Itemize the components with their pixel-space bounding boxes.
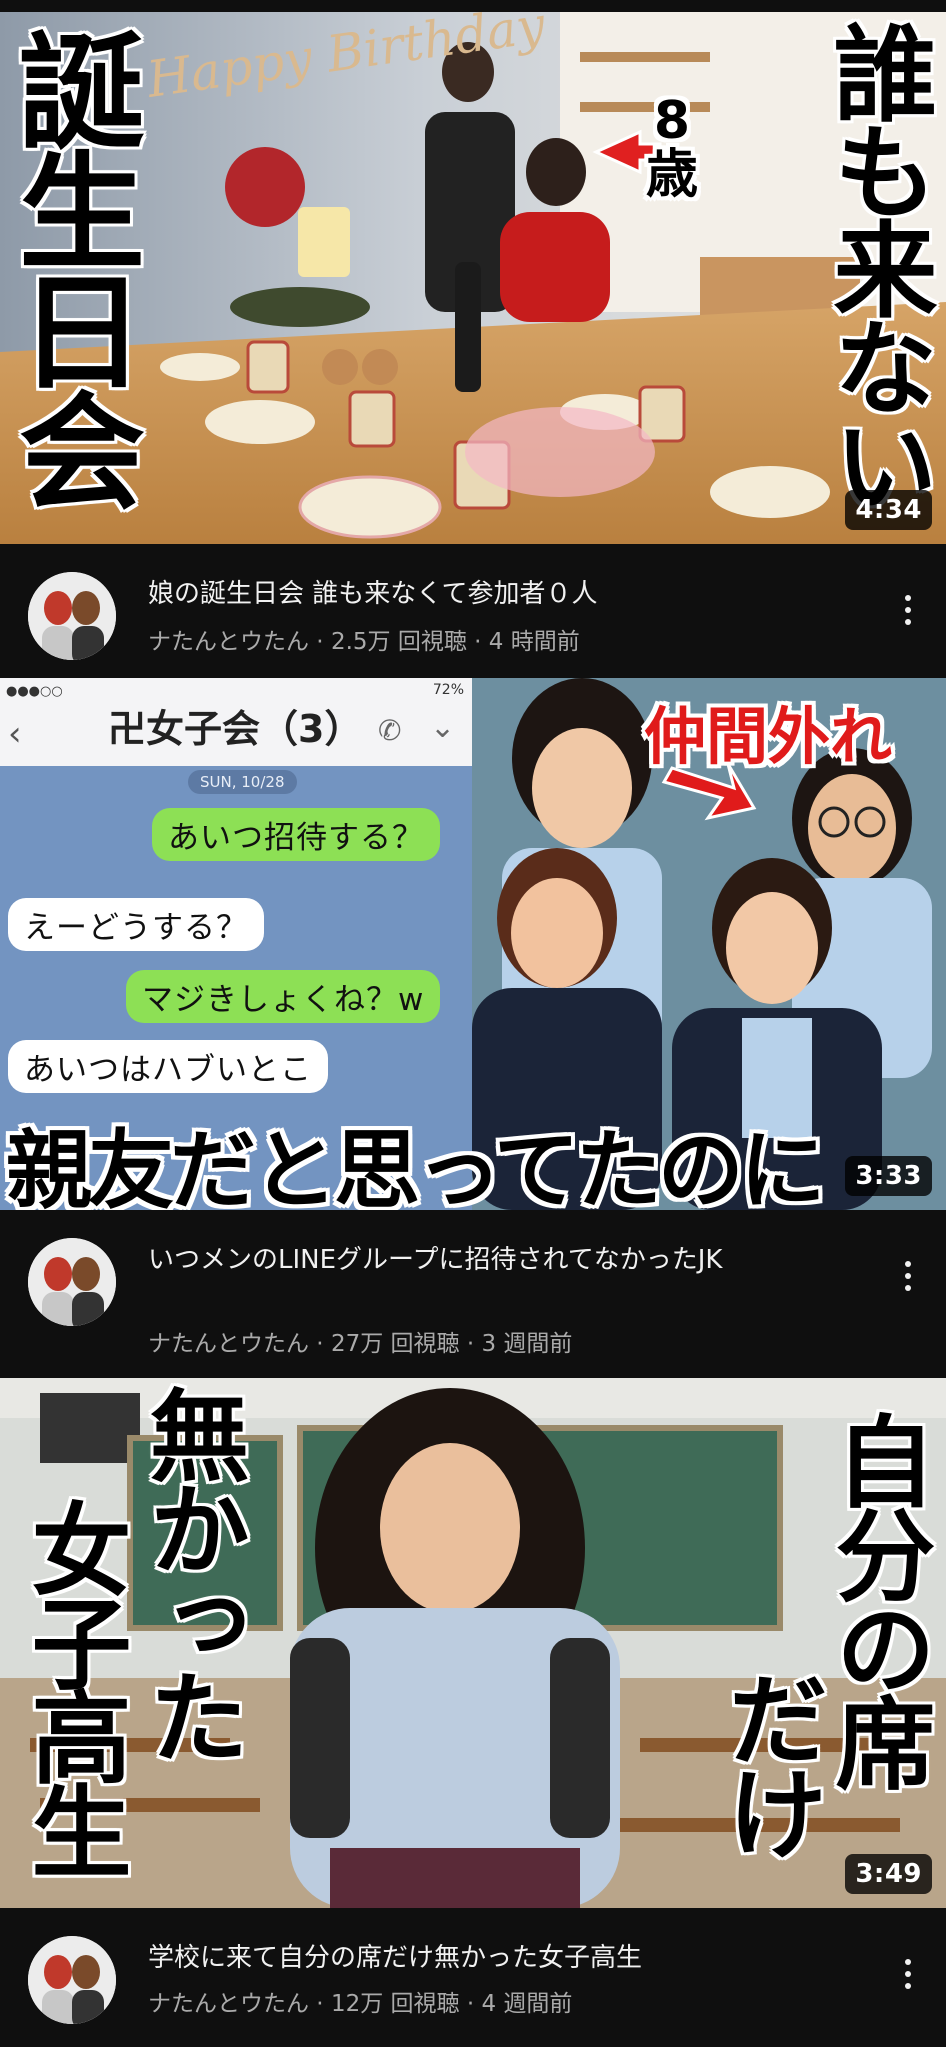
chat-message: あいつ招待する？ <box>152 808 440 861</box>
chat-message: あいつはハブいとこ <box>8 1040 328 1093</box>
video-thumbnail[interactable]: 無かった 女子高生 自分の席 だけ 3:49 <box>0 1378 946 1908</box>
thumbnail-text-right-a: 自分の席 <box>818 1410 935 1786</box>
battery-text: 72% <box>432 682 464 698</box>
chat-message: えーどうする？ <box>8 898 264 951</box>
view-count: 27万 回視聴 <box>330 1331 460 1357</box>
video-meta: 学校に来て自分の席だけ無かった女子高生 ナたんとウたん · 12万 回視聴 · … <box>0 1908 946 2047</box>
channel-avatar[interactable] <box>28 1936 116 2024</box>
video-subtitle: ナたんとウたん · 2.5万 回視聴 · 4 時間前 <box>148 629 580 655</box>
thumbnail-text-right: 誰も来ない <box>815 20 937 510</box>
video-title[interactable]: 娘の誕生日会 誰も来なくて参加者０人 <box>148 574 846 614</box>
duration-badge: 4:34 <box>845 490 932 530</box>
chat-message: マジきしょくね？w <box>126 970 441 1023</box>
view-count: 2.5万 回視聴 <box>330 629 467 655</box>
chat-header: ●●●○○ 72% ‹ 卍女子会（3） ✆ ⌄ <box>0 678 472 766</box>
channel-name[interactable]: ナたんとウたん <box>148 629 309 655</box>
duration-badge: 3:33 <box>845 1156 932 1196</box>
thumbnail-age-label: 8 歳 <box>646 91 699 205</box>
upload-age: 4 時間前 <box>488 629 580 655</box>
chat-group-title: 卍女子会（3） <box>108 707 363 751</box>
video-item-1[interactable]: Happy Birthday 8 歳 誕生日会 誰も来ない 4:34 娘の誕生日… <box>0 0 946 678</box>
thumbnail-text-left-b: 女子高生 <box>14 1498 131 1874</box>
video-title[interactable]: いつメンのLINEグループに招待されてなかったJK <box>148 1240 846 1280</box>
chat-date-chip: SUN, 10/28 <box>188 770 297 794</box>
thumbnail-text-left-a: 無かった <box>132 1384 249 1760</box>
thumbnail-tag: 仲間外れ <box>644 700 893 773</box>
back-chevron-icon: ‹ <box>8 714 22 754</box>
phone-icon: ✆ <box>378 714 402 747</box>
view-count: 12万 回視聴 <box>330 1991 460 2017</box>
channel-avatar[interactable] <box>28 1238 116 1326</box>
video-meta: 娘の誕生日会 誰も来なくて参加者０人 ナたんとウたん · 2.5万 回視聴 · … <box>0 544 946 678</box>
thumbnail-text-left: 誕生日会 <box>0 26 145 506</box>
more-vert-icon[interactable] <box>888 1952 928 1996</box>
channel-name[interactable]: ナたんとウたん <box>148 1991 309 2017</box>
video-item-2[interactable]: ●●●○○ 72% ‹ 卍女子会（3） ✆ ⌄ SUN, 10/28 あいつ招待… <box>0 678 946 1378</box>
thumbnail-caption: 親友だと思ってたのに <box>6 1121 826 1210</box>
more-vert-icon[interactable] <box>888 588 928 632</box>
thumbnail-text-right-b: だけ <box>710 1668 827 1856</box>
channel-avatar[interactable] <box>28 572 116 660</box>
video-thumbnail[interactable]: Happy Birthday 8 歳 誕生日会 誰も来ない 4:34 <box>0 12 946 544</box>
video-subtitle: ナたんとウたん · 27万 回視聴 · 3 週間前 <box>148 1331 573 1357</box>
more-vert-icon[interactable] <box>888 1254 928 1298</box>
channel-name[interactable]: ナたんとウたん <box>148 1331 309 1357</box>
upload-age: 3 週間前 <box>481 1331 573 1357</box>
video-thumbnail[interactable]: ●●●○○ 72% ‹ 卍女子会（3） ✆ ⌄ SUN, 10/28 あいつ招待… <box>0 678 946 1210</box>
video-meta: いつメンのLINEグループに招待されてなかったJK ナたんとウたん · 27万 … <box>0 1210 946 1378</box>
video-item-3[interactable]: 無かった 女子高生 自分の席 だけ 3:49 学校に来て自分の席だけ無かった女子… <box>0 1378 946 2047</box>
video-subtitle: ナたんとウたん · 12万 回視聴 · 4 週間前 <box>148 1991 573 2017</box>
video-title[interactable]: 学校に来て自分の席だけ無かった女子高生 <box>148 1938 846 1978</box>
upload-age: 4 週間前 <box>481 1991 573 2017</box>
chevron-down-icon: ⌄ <box>430 710 456 745</box>
duration-badge: 3:49 <box>845 1854 932 1894</box>
